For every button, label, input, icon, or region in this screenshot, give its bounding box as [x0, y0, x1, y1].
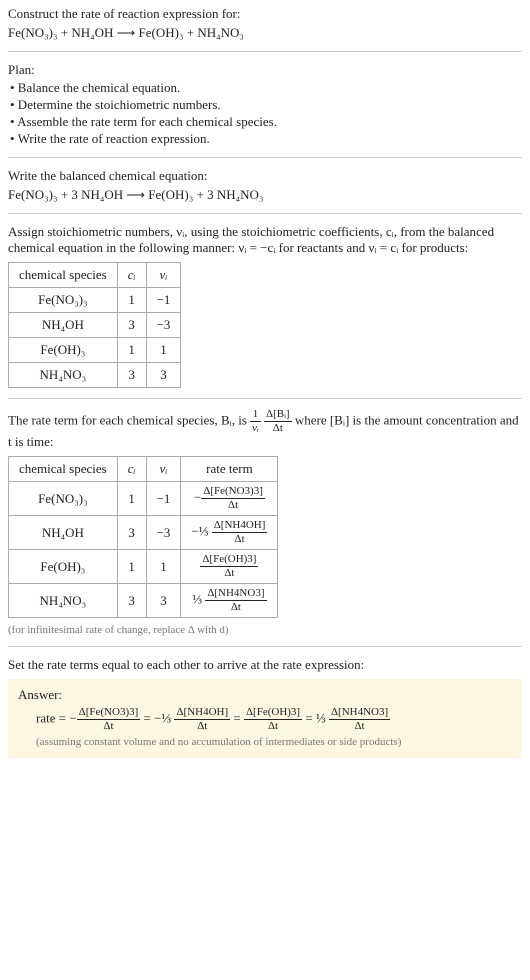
cell-nu: −1	[146, 482, 181, 516]
cell-c: 3	[117, 363, 146, 388]
stoich-table: chemical species cᵢ νᵢ Fe(NO₃)₃ 1 −1 NH₄…	[8, 262, 181, 388]
cell-nu: −1	[146, 288, 181, 313]
divider	[8, 646, 522, 647]
cell-c: 3	[117, 584, 146, 618]
rate-term-section: The rate term for each chemical species,…	[8, 409, 522, 636]
plan-item: • Balance the chemical equation.	[10, 80, 522, 96]
table-row: Fe(NO₃)₃ 1 −1	[9, 288, 181, 313]
plan-title: Plan:	[8, 62, 522, 78]
cell-species: NH₄OH	[9, 313, 118, 338]
stoich-section: Assign stoichiometric numbers, νᵢ, using…	[8, 224, 522, 388]
divider	[8, 157, 522, 158]
plan-list: • Balance the chemical equation. • Deter…	[10, 80, 522, 147]
plan-item: • Determine the stoichiometric numbers.	[10, 97, 522, 113]
col-species: chemical species	[9, 457, 118, 482]
balanced-equation: Fe(NO₃)₃ + 3 NH₄OH ⟶ Fe(OH)₃ + 3 NH₄NO₃	[8, 187, 522, 203]
col-nu: νᵢ	[146, 457, 181, 482]
plan-item: • Write the rate of reaction expression.	[10, 131, 522, 147]
cell-nu: 1	[146, 550, 181, 584]
cell-rate: −Δ[Fe(NO3)3]Δt	[181, 482, 278, 516]
cell-species: NH₄NO₃	[9, 584, 118, 618]
final-section: Set the rate terms equal to each other t…	[8, 657, 522, 758]
cell-c: 1	[117, 482, 146, 516]
table-header-row: chemical species cᵢ νᵢ rate term	[9, 457, 278, 482]
divider	[8, 213, 522, 214]
table-row: NH₄NO₃ 3 3	[9, 363, 181, 388]
balanced-section: Write the balanced chemical equation: Fe…	[8, 168, 522, 203]
col-species: chemical species	[9, 263, 118, 288]
cell-species: Fe(NO₃)₃	[9, 288, 118, 313]
balanced-title: Write the balanced chemical equation:	[8, 168, 522, 184]
table-header-row: chemical species cᵢ νᵢ	[9, 263, 181, 288]
cell-species: NH₄NO₃	[9, 363, 118, 388]
rate-intro-frac1: 1 νᵢ	[250, 409, 261, 434]
plan-item: • Assemble the rate term for each chemic…	[10, 114, 522, 130]
cell-rate: −⅓ Δ[NH4OH]Δt	[181, 516, 278, 550]
cell-species: Fe(OH)₃	[9, 338, 118, 363]
cell-nu: 1	[146, 338, 181, 363]
cell-species: Fe(OH)₃	[9, 550, 118, 584]
cell-species: NH₄OH	[9, 516, 118, 550]
table-row: NH₄NO₃ 3 3 ⅓ Δ[NH4NO3]Δt	[9, 584, 278, 618]
table-row: Fe(OH)₃ 1 1 Δ[Fe(OH)3]Δt	[9, 550, 278, 584]
final-title: Set the rate terms equal to each other t…	[8, 657, 522, 673]
cell-species: Fe(NO₃)₃	[9, 482, 118, 516]
rate-intro-frac2: Δ[Bᵢ] Δt	[264, 409, 292, 434]
cell-nu: 3	[146, 584, 181, 618]
col-c: cᵢ	[117, 263, 146, 288]
col-c: cᵢ	[117, 457, 146, 482]
cell-nu: −3	[146, 516, 181, 550]
divider	[8, 51, 522, 52]
rate-term-table: chemical species cᵢ νᵢ rate term Fe(NO₃)…	[8, 456, 278, 618]
col-rate: rate term	[181, 457, 278, 482]
answer-box: Answer: rate = −Δ[Fe(NO3)3]Δt = −⅓ Δ[NH4…	[8, 679, 522, 758]
plan-section: Plan: • Balance the chemical equation. •…	[8, 62, 522, 147]
table-row: NH₄OH 3 −3 −⅓ Δ[NH4OH]Δt	[9, 516, 278, 550]
cell-rate: ⅓ Δ[NH4NO3]Δt	[181, 584, 278, 618]
rate-intro: The rate term for each chemical species,…	[8, 409, 522, 450]
cell-c: 1	[117, 288, 146, 313]
table-row: Fe(NO₃)₃ 1 −1 −Δ[Fe(NO3)3]Δt	[9, 482, 278, 516]
rate-intro-text-a: The rate term for each chemical species,…	[8, 412, 250, 427]
cell-c: 1	[117, 338, 146, 363]
cell-c: 3	[117, 516, 146, 550]
problem-header: Construct the rate of reaction expressio…	[8, 6, 522, 41]
col-nu: νᵢ	[146, 263, 181, 288]
answer-equation: rate = −Δ[Fe(NO3)3]Δt = −⅓ Δ[NH4OH]Δt = …	[36, 707, 512, 732]
prompt-text: Construct the rate of reaction expressio…	[8, 6, 522, 22]
answer-note: (assuming constant volume and no accumul…	[36, 736, 512, 748]
cell-nu: −3	[146, 313, 181, 338]
table-row: Fe(OH)₃ 1 1	[9, 338, 181, 363]
cell-c: 3	[117, 313, 146, 338]
cell-c: 1	[117, 550, 146, 584]
table-row: NH₄OH 3 −3	[9, 313, 181, 338]
cell-nu: 3	[146, 363, 181, 388]
stoich-intro: Assign stoichiometric numbers, νᵢ, using…	[8, 224, 522, 256]
unbalanced-equation: Fe(NO₃)₃ + NH₄OH ⟶ Fe(OH)₃ + NH₄NO₃	[8, 25, 522, 41]
cell-rate: Δ[Fe(OH)3]Δt	[181, 550, 278, 584]
divider	[8, 398, 522, 399]
answer-label: Answer:	[18, 687, 512, 703]
infinitesimal-note: (for infinitesimal rate of change, repla…	[8, 624, 522, 636]
